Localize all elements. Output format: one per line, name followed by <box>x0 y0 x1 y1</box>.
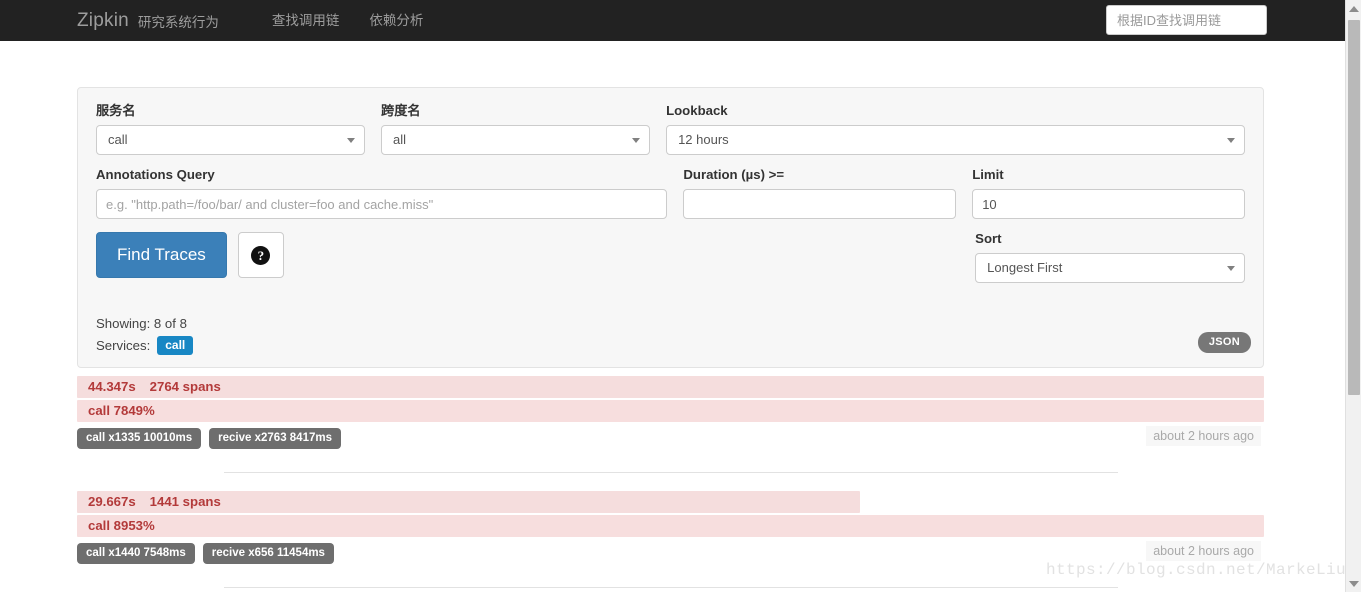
trace-span-count: 2764 spans <box>149 379 221 394</box>
trace-duration-bar <box>77 376 1264 398</box>
span-chip[interactable]: call x1335 10010ms <box>77 428 202 449</box>
span-name-select[interactable]: all <box>381 125 651 155</box>
nav-link-dependencies[interactable]: 依赖分析 <box>354 0 438 41</box>
search-row-1: 服务名 call 跨度名 all Lookback 12 hours <box>88 102 1253 166</box>
duration-label: Duration (µs) >= <box>683 167 785 182</box>
trace-service-summary: call 8953% <box>88 518 155 533</box>
field-sort: Sort Longest First <box>967 230 1253 283</box>
span-chip[interactable]: recive x656 11454ms <box>202 543 334 564</box>
limit-label: Limit <box>972 167 1004 182</box>
services-label: Services: <box>96 338 151 353</box>
trace-divider <box>224 587 1118 588</box>
chevron-down-icon <box>1226 138 1235 143</box>
lookback-value: 12 hours <box>678 132 729 147</box>
brand-logo[interactable]: Zipkin <box>77 0 129 41</box>
nav-link-find-traces[interactable]: 查找调用链 <box>257 0 355 41</box>
trace-span-count: 1441 spans <box>149 494 221 509</box>
service-badge-call[interactable]: call <box>157 336 194 355</box>
chevron-down-icon <box>632 138 641 143</box>
sort-value: Longest First <box>987 260 1063 275</box>
trace-results-list: 44.347s 2764 spans call 7849% call x1335 … <box>77 376 1264 592</box>
field-limit: Limit <box>964 166 1253 219</box>
trace-row[interactable]: 44.347s 2764 spans call 7849% call x1335 … <box>77 376 1264 450</box>
trace-service-bar <box>77 515 1264 537</box>
lookback-select[interactable]: 12 hours <box>666 125 1245 155</box>
find-traces-button[interactable]: Find Traces <box>96 232 227 278</box>
trace-duration-text: 44.347s 2764 spans <box>88 376 221 398</box>
annotations-query-input[interactable] <box>96 189 668 219</box>
chevron-down-icon <box>1227 266 1235 271</box>
trace-row[interactable]: 29.667s 1441 spans call 8953% call x1440 … <box>77 491 1264 565</box>
help-button[interactable]: ? <box>237 232 284 278</box>
trace-service-bar-row: call 8953% <box>77 515 1264 537</box>
page-scrollbar[interactable] <box>1345 0 1361 592</box>
trace-duration-value: 44.347s <box>88 379 136 394</box>
field-span-name: 跨度名 all <box>373 102 658 155</box>
trace-id-search-input[interactable] <box>1106 5 1267 35</box>
scroll-up-arrow-icon[interactable] <box>1346 0 1361 17</box>
services-summary: Services: call <box>96 336 1253 355</box>
chevron-down-icon <box>347 138 356 143</box>
service-name-value: call <box>108 132 128 147</box>
trace-duration-value: 29.667s <box>88 494 136 509</box>
field-lookback: Lookback 12 hours <box>658 102 1253 155</box>
trace-divider <box>224 472 1118 473</box>
trace-service-bar-row: call 7849% <box>77 400 1264 422</box>
showing-count: Showing: 8 of 8 <box>96 316 187 331</box>
trace-duration-text: 29.667s 1441 spans <box>88 491 221 513</box>
watermark-text: https://blog.csdn.net/MarkeLiu <box>1046 561 1347 579</box>
trace-service-bar <box>77 400 1264 422</box>
span-chip[interactable]: call x1440 7548ms <box>77 543 195 564</box>
actions-group: Find Traces ? <box>88 230 967 294</box>
field-annotations-query: Annotations Query <box>88 166 675 219</box>
sort-label: Sort <box>975 231 1002 246</box>
scroll-down-arrow-icon[interactable] <box>1346 575 1361 592</box>
question-circle-icon: ? <box>251 245 271 265</box>
service-name-select[interactable]: call <box>96 125 366 155</box>
search-row-2: Annotations Query Duration (µs) >= Limit <box>88 166 1253 230</box>
trace-duration-bar-row: 29.667s 1441 spans <box>77 491 1264 513</box>
field-service-name: 服务名 call <box>88 102 373 155</box>
trace-span-chips: call x1335 10010ms recive x2763 8417ms <box>77 428 1264 450</box>
nav-links: 查找调用链 依赖分析 <box>257 0 439 41</box>
duration-input[interactable] <box>683 189 957 219</box>
span-name-label: 跨度名 <box>381 103 421 118</box>
search-panel: 服务名 call 跨度名 all Lookback 12 hours Annot… <box>77 87 1264 368</box>
brand-tagline: 研究系统行为 <box>137 14 219 30</box>
trace-timestamp: about 2 hours ago <box>1146 541 1261 561</box>
app-root: Zipkin 研究系统行为 查找调用链 依赖分析 服务名 call 跨度名 al… <box>0 0 1361 592</box>
scrollbar-thumb[interactable] <box>1348 20 1360 395</box>
lookback-label: Lookback <box>666 103 728 118</box>
annotations-query-label: Annotations Query <box>96 167 215 182</box>
span-name-value: all <box>393 132 407 147</box>
top-navbar: Zipkin 研究系统行为 查找调用链 依赖分析 <box>0 0 1345 41</box>
search-row-3: Find Traces ? Sort Longest First <box>88 230 1253 294</box>
json-button[interactable]: JSON <box>1197 332 1251 353</box>
span-chip[interactable]: recive x2763 8417ms <box>209 428 341 449</box>
trace-timestamp: about 2 hours ago <box>1146 426 1261 446</box>
limit-input[interactable] <box>972 189 1245 219</box>
service-name-label: 服务名 <box>96 103 136 118</box>
field-duration: Duration (µs) >= <box>675 166 964 219</box>
trace-duration-bar-row: 44.347s 2764 spans <box>77 376 1264 398</box>
trace-service-summary: call 7849% <box>88 403 155 418</box>
sort-select[interactable]: Longest First <box>975 253 1245 283</box>
